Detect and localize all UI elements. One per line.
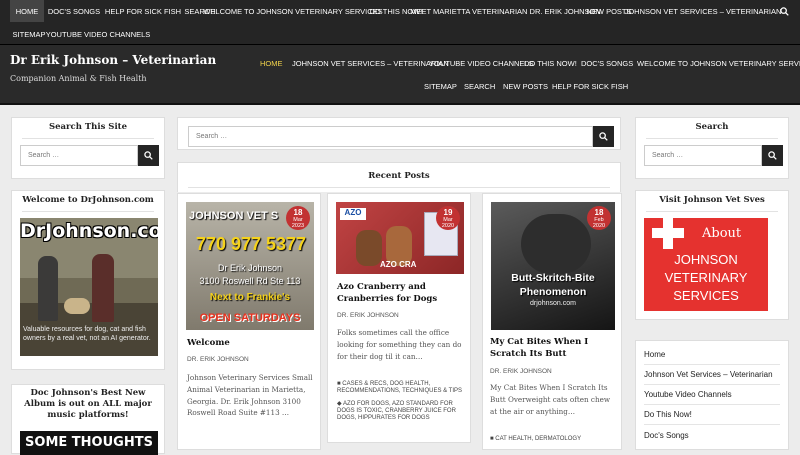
menu-item-do-this-now[interactable]: Do This Now! (644, 410, 692, 419)
header-nav-youtube[interactable]: Youtube Video Channels (429, 59, 534, 68)
post-date-badge: 18 Mar 2023 (286, 206, 310, 230)
right-search-input[interactable]: Search … (644, 145, 762, 166)
thumb-line: 3100 Roswell Rd Ste 113 (199, 276, 301, 286)
search-icon (599, 132, 608, 141)
left-search-widget: Search This Site Search … (11, 117, 165, 179)
post-categories[interactable]: ■ Cases & Recs, Dog Health, Recommendati… (337, 381, 465, 395)
header-nav-new-posts[interactable]: New Posts (503, 82, 548, 91)
top-nav-welcome[interactable]: Welcome to Johnson Veterinary Services (203, 0, 382, 22)
divider (646, 138, 778, 139)
header-nav-do-this-now[interactable]: Do This Now! (524, 59, 577, 68)
thumb-line: Dr Erik Johnson (217, 263, 283, 273)
top-search-icon[interactable] (769, 0, 799, 22)
left-welcome-widget: Welcome to DrJohnson.com DrJohnson.com V… (11, 190, 165, 370)
site-title[interactable]: Dr Erik Johnson – Veterinarian (10, 53, 216, 67)
thumb-line: AZO CRA (380, 260, 417, 269)
thumb-line: Butt-Skritch-Bite (511, 272, 595, 284)
top-nav-johnson-vet[interactable]: Johnson Vet Services – Veterinarian (625, 0, 782, 22)
top-nav-meet-vet[interactable]: Meet Marietta Veterinarian Dr. Erik John… (410, 0, 601, 22)
post-excerpt: My Cat Bites When I Scratch Its Butt Ove… (490, 383, 610, 416)
header-nav-johnson-vet[interactable]: Johnson Vet Services – Veterinarian (292, 59, 449, 68)
widget-title: Visit Johnson Vet Sves (659, 195, 765, 205)
visit-line: JOHNSON (674, 252, 738, 267)
right-search-widget: Search Search … (635, 117, 789, 179)
site-header: Dr Erik Johnson – Veterinarian Companion… (0, 45, 800, 105)
divider (644, 384, 780, 385)
site-description: Companion Animal & Fish Health (10, 74, 147, 83)
left-album-widget: Doc Johnson's Best New Album is out on A… (11, 384, 165, 455)
thumb-phone: 770 977 5377 (195, 234, 307, 254)
header-nav-docs-songs[interactable]: Doc's Songs (581, 59, 633, 68)
widget-title: Search This Site (48, 122, 128, 132)
top-nav-home[interactable]: Home (10, 0, 44, 22)
widget-title: Doc Johnson's Best New Album is out on A… (24, 388, 152, 420)
welcome-image-caption: Valuable resources for dog, cat and fish… (23, 326, 151, 342)
search-icon (144, 151, 153, 160)
search-icon (768, 151, 777, 160)
widget-title: Welcome to DrJohnson.com (22, 195, 154, 205)
thumb-line: Phenomenon (519, 286, 587, 298)
post-author[interactable]: Dr. Erik Johnson (337, 312, 399, 319)
divider (646, 211, 778, 212)
post-excerpt: Johnson Veterinary Services Small Animal… (187, 373, 313, 418)
post-author[interactable]: Dr. Erik Johnson (187, 356, 249, 363)
center-search-button[interactable] (593, 126, 614, 147)
menu-item-youtube[interactable]: Youtube Video Channels (644, 390, 732, 399)
post-card: Butt-Skritch-Bite Phenomenon drjohnson.c… (482, 193, 622, 450)
right-visit-widget: Visit Johnson Vet Sves About JOHNSON VET… (635, 190, 789, 320)
divider (644, 364, 780, 365)
post-title[interactable]: Welcome (187, 338, 315, 350)
divider (22, 138, 154, 139)
post-categories[interactable]: ■ Cat Health, Dermatology (490, 436, 616, 443)
album-image[interactable]: SOME THOUGHTS (20, 431, 158, 455)
header-nav-search[interactable]: Search (464, 82, 495, 91)
visit-image[interactable]: About JOHNSON VETERINARY SERVICES (644, 218, 768, 311)
thumb-line: Next to Frankie's (209, 292, 291, 303)
thumb-line: JOHNSON VET S (189, 210, 279, 222)
header-nav-sitemap[interactable]: Sitemap (424, 82, 457, 91)
right-search-button[interactable] (762, 145, 783, 166)
menu-item-docs-songs[interactable]: Doc's Songs (644, 431, 689, 440)
recent-posts-header: Recent Posts (177, 162, 621, 192)
post-author[interactable]: Dr. Erik Johnson (490, 368, 552, 375)
recent-posts-title: Recent Posts (368, 171, 430, 181)
top-nav-docs-songs[interactable]: Doc's Songs (48, 0, 100, 22)
widget-title: Search (695, 122, 729, 132)
top-nav-sitemap[interactable]: Sitemap (10, 23, 48, 45)
center-search-widget: Search … (177, 117, 621, 150)
post-card: JOHNSON VET S 770 977 5377 Dr Erik Johns… (177, 193, 321, 450)
header-nav-home[interactable]: Home (260, 59, 283, 68)
top-nav-youtube[interactable]: Youtube Video Channels (46, 23, 151, 45)
right-menu-widget: Home Johnson Vet Services – Veterinarian… (635, 340, 789, 450)
welcome-image[interactable]: DrJohnson.com Valuable resources for dog… (20, 218, 158, 356)
post-date-badge: 19 Mar 2020 (436, 206, 460, 230)
post-excerpt: Folks sometimes call the office looking … (337, 328, 462, 361)
top-nav-help-fish[interactable]: Help For Sick Fish (104, 0, 182, 22)
divider (644, 424, 780, 425)
left-search-button[interactable] (138, 145, 159, 166)
left-search-input[interactable]: Search … (20, 145, 138, 166)
post-date-badge: 18 Feb 2020 (587, 206, 611, 230)
menu-item-home[interactable]: Home (644, 350, 665, 359)
top-nav-bar: Home Doc's Songs Help For Sick Fish Sear… (0, 0, 800, 45)
center-search-input[interactable]: Search … (188, 126, 593, 147)
divider (188, 187, 610, 188)
header-nav-help-fish[interactable]: Help For Sick Fish (552, 82, 628, 91)
menu-item-johnson-vet[interactable]: Johnson Vet Services – Veterinarian (644, 370, 773, 379)
post-title[interactable]: Azo Cranberry and Cranberries for Dogs (337, 282, 465, 305)
thumb-logo: AZO (340, 208, 366, 220)
post-card: AZO AZO CRA 19 Mar 2020 Azo Cranberry and … (327, 193, 471, 443)
visit-line: About (702, 226, 742, 241)
visit-line: SERVICES (673, 288, 739, 303)
welcome-image-title: DrJohnson.com (20, 220, 158, 242)
thumb-line: OPEN SATURDAYS (199, 312, 301, 324)
divider (22, 211, 154, 212)
divider (644, 404, 780, 405)
visit-line: VETERINARY (664, 270, 748, 285)
header-nav-welcome[interactable]: Welcome to Johnson Veterinary Services (637, 59, 800, 68)
thumb-line: drjohnson.com (530, 300, 576, 307)
post-tags[interactable]: ◆ AZO for Dogs, AZO Standard for Dogs is… (337, 401, 465, 422)
post-title[interactable]: My Cat Bites When I Scratch Its Butt (490, 337, 616, 360)
